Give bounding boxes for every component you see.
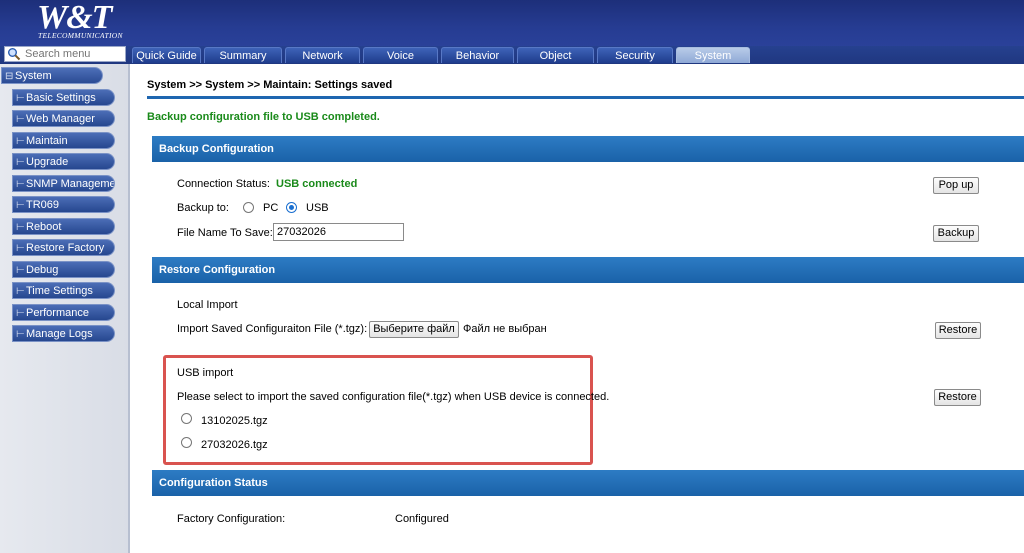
sidebar-item-debug[interactable]: ⊢Debug — [12, 261, 115, 278]
sidebar-item-label: Upgrade — [26, 156, 69, 168]
success-message: Backup configuration file to USB complet… — [147, 111, 380, 123]
usb-file-label-2: 27032026.tgz — [201, 439, 268, 451]
filename-label: File Name To Save: — [177, 227, 273, 239]
sidebar-item-time-settings[interactable]: ⊢Time Settings — [12, 282, 115, 299]
sidebar-item-snmp-management[interactable]: ⊢SNMP Management — [12, 175, 115, 192]
sidebar-root-system[interactable]: ⊟ System — [1, 67, 103, 84]
import-file-label: Import Saved Configuraiton File (*.tgz): — [177, 323, 368, 335]
local-restore-button[interactable]: Restore — [935, 322, 981, 339]
main-tabs: Quick Guide Summary Network Voice Behavi… — [132, 47, 753, 78]
usb-restore-button[interactable]: Restore — [934, 389, 981, 406]
search-input[interactable] — [25, 48, 125, 60]
backup-to-label: Backup to: — [177, 202, 229, 214]
sidebar-item-maintain[interactable]: ⊢Maintain — [12, 132, 115, 149]
divider — [147, 96, 1024, 99]
usb-file-label-1: 13102025.tgz — [201, 415, 268, 427]
tab-object[interactable]: Object — [517, 47, 594, 63]
sidebar-item-tr069[interactable]: ⊢TR069 — [12, 196, 115, 213]
usb-import-label: USB import — [177, 367, 234, 379]
tab-network[interactable]: Network — [285, 47, 360, 63]
sidebar-item-upgrade[interactable]: ⊢Upgrade — [12, 153, 115, 170]
restore-section-title: Restore Configuration — [152, 257, 1024, 283]
sidebar-item-performance[interactable]: ⊢Performance — [12, 304, 115, 321]
usb-import-instruction: Please select to import the saved config… — [177, 391, 610, 403]
brand-logo: W&T — [37, 0, 112, 36]
tab-summary[interactable]: Summary — [204, 47, 282, 63]
sidebar-item-reboot[interactable]: ⊢Reboot — [12, 218, 115, 235]
sidebar-item-label: Debug — [26, 264, 59, 276]
tab-quick-guide[interactable]: Quick Guide — [132, 47, 201, 63]
connection-status-value: USB connected — [276, 178, 358, 190]
sidebar-item-label: Web Manager — [26, 113, 95, 125]
tree-branch-icon: ⊢ — [16, 114, 25, 125]
tree-branch-icon: ⊢ — [16, 200, 25, 211]
tree-branch-icon: ⊢ — [16, 286, 25, 297]
backup-to-usb-label: USB — [306, 202, 329, 214]
usb-file-radio-2[interactable] — [181, 437, 192, 448]
no-file-chosen-text: Файл не выбран — [463, 323, 547, 335]
popup-button[interactable]: Pop up — [933, 177, 979, 194]
backup-section-title: Backup Configuration — [152, 136, 1024, 162]
sidebar-item-label: Manage Logs — [26, 328, 93, 340]
sidebar-item-label: Time Settings — [26, 285, 93, 297]
local-import-label: Local Import — [177, 299, 238, 311]
sidebar-item-restore-factory[interactable]: ⊢Restore Factory — [12, 239, 115, 256]
sidebar-item-label: Restore Factory — [26, 242, 105, 254]
sidebar-root-label: System — [15, 70, 52, 82]
backup-button[interactable]: Backup — [933, 225, 979, 242]
tab-voice[interactable]: Voice — [363, 47, 438, 63]
brand-logo-subtitle: TELECOMMUNICATION — [38, 31, 123, 40]
tab-system[interactable]: System — [676, 47, 750, 63]
tree-branch-icon: ⊢ — [16, 157, 25, 168]
backup-to-pc-label: PC — [263, 202, 279, 214]
sidebar-item-label: Performance — [26, 307, 89, 319]
tree-branch-icon: ⊢ — [16, 222, 25, 233]
sidebar-item-web-manager[interactable]: ⊢Web Manager — [12, 110, 115, 127]
sidebar-item-basic-settings[interactable]: ⊢Basic Settings — [12, 89, 115, 106]
search-box[interactable] — [4, 46, 126, 62]
tree-branch-icon: ⊢ — [16, 136, 25, 147]
app-header: W&T TELECOMMUNICATION — [0, 0, 1024, 46]
choose-file-button[interactable]: Выберите файл — [369, 321, 459, 338]
tree-branch-icon: ⊢ — [16, 308, 25, 319]
factory-config-value: Configured — [395, 513, 449, 525]
collapse-icon: ⊟ — [5, 71, 14, 82]
backup-to-usb-radio[interactable] — [286, 202, 297, 213]
sidebar: ⊟ System ⊢Basic Settings ⊢Web Manager ⊢Ma… — [0, 64, 130, 553]
tree-branch-icon: ⊢ — [16, 179, 25, 190]
sidebar-item-label: SNMP Management — [26, 178, 115, 190]
search-icon — [8, 48, 21, 61]
sidebar-item-label: Reboot — [26, 221, 62, 233]
usb-file-radio-1[interactable] — [181, 413, 192, 424]
sidebar-item-label: TR069 — [26, 199, 60, 211]
tab-security[interactable]: Security — [597, 47, 673, 63]
filename-input[interactable] — [273, 223, 404, 241]
tree-branch-icon: ⊢ — [16, 265, 25, 276]
sidebar-item-label: Basic Settings — [26, 92, 96, 104]
breadcrumb: System >> System >> Maintain: Settings s… — [147, 79, 393, 91]
tree-branch-icon: ⊢ — [16, 93, 25, 104]
tree-branch-icon: ⊢ — [16, 243, 25, 254]
sidebar-item-label: Maintain — [26, 135, 68, 147]
status-section-title: Configuration Status — [152, 470, 1024, 496]
backup-to-pc-radio[interactable] — [243, 202, 254, 213]
factory-config-label: Factory Configuration: — [177, 513, 286, 525]
sidebar-item-manage-logs[interactable]: ⊢Manage Logs — [12, 325, 115, 342]
connection-status-label: Connection Status: — [177, 178, 270, 190]
tab-behavior-policy[interactable]: Behavior Policy — [441, 47, 514, 78]
tree-branch-icon: ⊢ — [16, 329, 25, 340]
